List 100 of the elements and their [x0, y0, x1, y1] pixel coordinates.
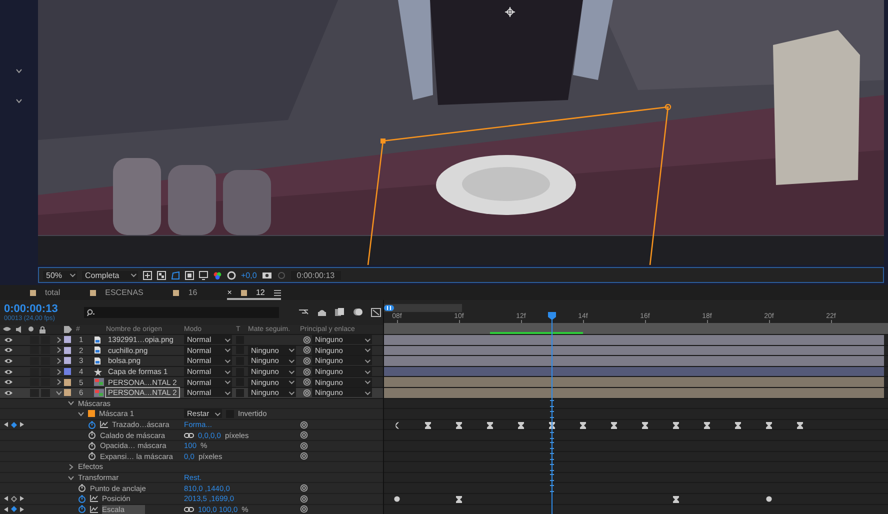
color-channels-icon[interactable] [213, 270, 222, 280]
composition-tab[interactable]: total [30, 285, 60, 300]
keyframe-icon [735, 422, 741, 429]
label-swatch[interactable] [64, 357, 71, 364]
label-swatch[interactable] [64, 368, 71, 376]
eye-icon[interactable] [4, 390, 13, 396]
graph-icon[interactable] [90, 506, 98, 513]
label-swatch[interactable] [64, 389, 71, 396]
eye-icon[interactable] [4, 347, 13, 354]
label-swatch[interactable] [64, 346, 71, 354]
tab-label: 12 [256, 288, 265, 297]
image-file-icon [94, 346, 101, 354]
audio-column-icon [16, 326, 23, 332]
switch-box[interactable] [41, 378, 50, 386]
motion-blur-icon[interactable] [353, 308, 363, 316]
stopwatch-icon[interactable] [88, 442, 96, 450]
switch-box[interactable] [30, 378, 39, 386]
image-file-icon [94, 356, 101, 365]
composition-icon [94, 388, 104, 397]
link-icon[interactable] [184, 432, 194, 438]
keyframe-icon [797, 422, 803, 429]
search-icon [87, 309, 95, 316]
next-keyframe-icon[interactable] [20, 422, 24, 428]
graph-icon[interactable] [90, 495, 98, 502]
keyframe-icon [766, 422, 772, 429]
menu-icon[interactable] [274, 290, 281, 296]
keyframe-icon [425, 422, 431, 429]
link-icon[interactable] [184, 506, 194, 512]
stopwatch-icon[interactable] [88, 431, 96, 440]
image-file-icon [94, 336, 101, 344]
label-swatch[interactable] [64, 378, 71, 386]
resolution-dropdown[interactable]: Completa [82, 270, 138, 280]
work-area-bar[interactable] [384, 323, 888, 335]
time-marker-icon [550, 484, 554, 492]
eye-icon[interactable] [4, 336, 13, 343]
frame-icon[interactable] [185, 270, 194, 280]
composition-tab[interactable]: ESCENAS [90, 285, 144, 300]
time-marker-icon [550, 453, 554, 460]
search-field[interactable] [84, 307, 279, 318]
mask-toggle-icon[interactable] [171, 270, 180, 280]
label-swatch[interactable] [64, 336, 71, 344]
range-handle-icon[interactable] [384, 305, 394, 311]
eye-icon[interactable] [4, 379, 13, 386]
chevron-icon[interactable] [16, 68, 22, 74]
previous-keyframe-icon[interactable] [4, 422, 8, 428]
keyframe-toggle-icon[interactable] [11, 422, 17, 428]
mask-color-swatch[interactable] [88, 410, 95, 418]
mask-path[interactable] [366, 104, 672, 265]
composition-icon [94, 378, 104, 386]
camera-icon[interactable] [262, 271, 272, 279]
time-marker-icon [550, 442, 554, 450]
stopwatch-icon[interactable] [78, 484, 86, 492]
time-marker-icon [550, 474, 554, 482]
time-marker-icon [550, 432, 554, 439]
time-marker-icon [550, 464, 554, 471]
keyframe-icon [704, 422, 710, 429]
graph-icon[interactable] [100, 421, 108, 428]
solo-column-icon [28, 326, 34, 332]
keyframe-icon [394, 422, 399, 429]
graph-editor-icon[interactable] [371, 308, 381, 317]
keyframe-icon [487, 422, 493, 429]
current-time[interactable]: 0:00:00:13 [4, 303, 76, 315]
keyframe-icon [580, 422, 586, 429]
keyframe-icon [456, 496, 462, 503]
frame-blend-icon[interactable] [335, 308, 345, 316]
region-icon[interactable] [143, 270, 152, 280]
checkerboard-icon[interactable] [157, 270, 166, 280]
keyframe-icon [611, 422, 617, 429]
keyframe-icon [673, 496, 679, 503]
exposure-icon[interactable] [227, 270, 236, 280]
keyframe-icon [642, 422, 648, 429]
time-marker-icon [550, 410, 554, 418]
label-column-icon [64, 326, 72, 333]
keyframe-icon [518, 422, 524, 429]
chevron-icon[interactable] [16, 98, 22, 104]
stopwatch-icon[interactable] [78, 494, 86, 503]
composition-tab[interactable]: 16 [173, 285, 198, 300]
eye-icon[interactable] [4, 358, 13, 364]
switch-box[interactable] [41, 388, 50, 397]
flowchart-icon[interactable] [299, 308, 309, 316]
shy-icon[interactable] [317, 308, 327, 316]
stopwatch-icon[interactable] [88, 420, 96, 429]
exposure-value[interactable]: +0,0 [241, 270, 257, 280]
stopwatch-icon[interactable] [88, 452, 96, 460]
crosshair-icon [505, 7, 515, 17]
tab-label: ESCENAS [105, 288, 144, 297]
lock-column-icon [39, 326, 46, 334]
keyframe-icon [766, 496, 772, 502]
timecode[interactable]: 0:00:00:13 [290, 270, 341, 280]
stopwatch-icon[interactable] [78, 505, 86, 514]
tab-label: 16 [188, 288, 198, 297]
keyframe-icon [549, 422, 555, 429]
close-icon[interactable]: × [227, 288, 232, 297]
work-area-marker[interactable] [490, 332, 583, 334]
zoom-dropdown[interactable]: 50% [43, 270, 77, 280]
time-marker-icon [550, 400, 554, 408]
eye-column-icon [3, 326, 11, 332]
eye-icon[interactable] [4, 368, 13, 375]
keyframe-icon [394, 496, 400, 502]
switch-box[interactable] [30, 388, 39, 397]
